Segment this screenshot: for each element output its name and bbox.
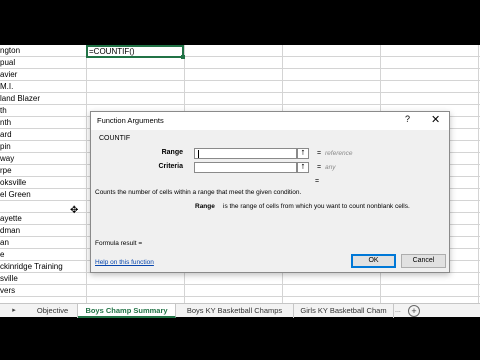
screen: ngton pual avier M.I. land Blazer th nth ard pin… [0,0,480,360]
cancel-button[interactable]: Cancel [401,254,446,268]
row-cell-text: an [0,238,9,247]
criteria-collapse-button[interactable]: ⭡ [297,162,309,173]
sheet-row[interactable]: M.I. [0,81,480,93]
tab-overflow-ellipsis[interactable]: ... [395,304,401,318]
row-cell-text: land Blazer [0,94,41,103]
row-cell-text: sville [0,274,18,283]
criteria-label: Criteria [158,163,183,170]
range-label: Range [161,149,183,156]
range-input[interactable] [194,148,297,159]
sheet-tab-bar: ▸ Objective Boys Champ Summary Boys KY B… [0,303,480,318]
row-cell-text: rpe [0,166,12,175]
row-cell-text: pual [0,58,16,67]
fill-handle[interactable] [181,55,185,59]
row-cell-text: el Green [0,190,31,199]
row-cell-text: oksville [0,178,27,187]
row-cell-text: pin [0,142,11,151]
tab-girls-ky-basketball-champs[interactable]: Girls KY Basketball Cham [294,304,394,318]
row-cell-text: th [0,106,7,115]
function-arguments-dialog: Function Arguments ? ✕ COUNTIF Range ⭡ =… [90,111,450,273]
row-cell-text: dman [0,226,21,235]
row-cell-text: e [0,250,5,259]
sheet-row[interactable]: vers [0,285,480,297]
row-cell-text: ngton [0,46,21,55]
formula-result: Formula result = [95,240,143,247]
row-cell-text: ard [0,130,12,139]
range-equals: = [317,150,322,157]
close-icon[interactable]: ✕ [431,113,440,126]
tab-scroll-right-icon[interactable]: ▸ [0,305,28,317]
active-cell-formula[interactable]: =COUNTIF() [86,45,184,58]
tab-boys-ky-basketball-champs[interactable]: Boys KY Basketball Champs [176,304,294,318]
dialog-title: Function Arguments [97,116,164,125]
text-caret [198,150,199,158]
argument-description: is the range of cells from which you wan… [223,203,410,210]
result-equals: = [315,178,320,185]
row-cell-text: nth [0,118,12,127]
tab-boys-champ-summary[interactable]: Boys Champ Summary [78,304,176,318]
row-cell-text: ckinridge Training [0,262,63,271]
range-collapse-button[interactable]: ⭡ [297,148,309,159]
range-hint: reference [325,150,353,157]
help-icon[interactable]: ? [405,114,410,124]
sheet-row[interactable]: avier [0,69,480,81]
row-cell-text: M.I. [0,82,14,91]
criteria-equals: = [317,164,322,171]
row-cell-text: vers [0,286,16,295]
add-sheet-icon[interactable]: + [408,305,420,317]
criteria-hint: any [325,164,336,171]
row-cell-text: way [0,154,15,163]
function-description: Counts the number of cells within a rang… [95,189,302,196]
criteria-input[interactable] [194,162,297,173]
tab-objective[interactable]: Objective [28,304,78,318]
sheet-row[interactable]: land Blazer [0,93,480,105]
sheet-row[interactable]: sville [0,273,480,285]
sheet-row[interactable]: ngton [0,45,480,57]
function-name: COUNTIF [99,135,131,142]
help-on-function-link[interactable]: Help on this function [95,259,154,266]
cell-cursor-icon: ✥ [70,205,79,216]
dialog-titlebar[interactable]: Function Arguments ? ✕ [91,112,449,130]
sheet-row[interactable]: pual [0,57,480,69]
ok-button[interactable]: OK [351,254,396,268]
argument-description-name: Range [195,203,215,210]
row-cell-text: avier [0,70,18,79]
